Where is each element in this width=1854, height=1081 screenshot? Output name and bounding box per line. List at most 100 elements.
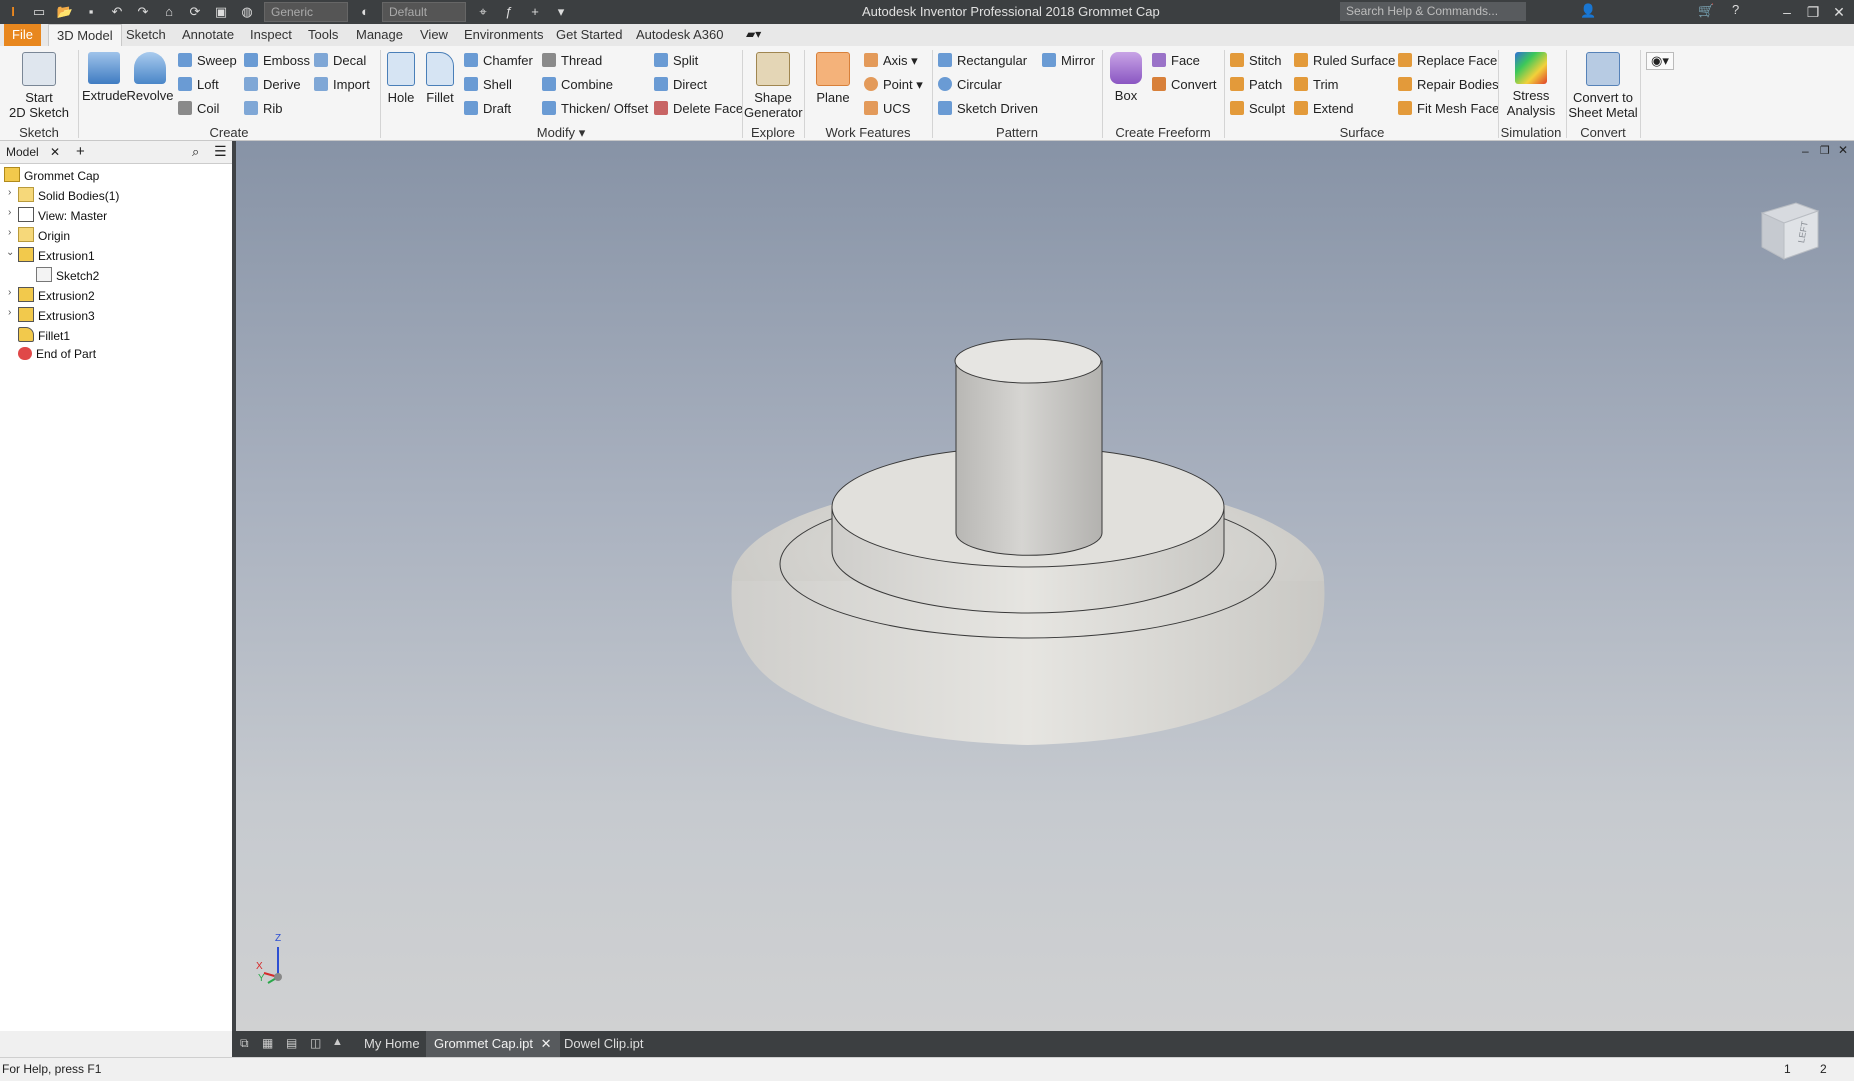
measure-icon[interactable]: ⌖	[474, 4, 492, 20]
decal-button[interactable]: Decal	[314, 53, 366, 68]
ucs-button[interactable]: UCS	[864, 101, 910, 116]
face-button[interactable]: Face	[1152, 53, 1200, 68]
expand-icon[interactable]: ›	[8, 287, 11, 298]
split-button[interactable]: Split	[654, 53, 698, 68]
tab-annotate[interactable]: Annotate	[174, 24, 242, 46]
tab-environments[interactable]: Environments	[456, 24, 551, 46]
viewcube[interactable]: LEFT	[1756, 197, 1822, 263]
cascade-icon[interactable]: ⧉	[240, 1036, 249, 1051]
add-tab-icon[interactable]: +	[76, 143, 85, 160]
select-icon[interactable]: ▣	[212, 4, 230, 20]
sculpt-button[interactable]: Sculpt	[1230, 101, 1285, 116]
stitch-button[interactable]: Stitch	[1230, 53, 1282, 68]
tab-tools[interactable]: Tools	[300, 24, 346, 46]
search-input[interactable]: Search Help & Commands...	[1340, 2, 1526, 21]
tile-vertical-icon[interactable]: ◫	[310, 1036, 321, 1050]
search-icon[interactable]: ⌕	[192, 144, 199, 160]
revolve-button[interactable]: Revolve	[126, 52, 174, 103]
replace-face-button[interactable]: Replace Face	[1398, 53, 1497, 68]
repair-bodies-button[interactable]: Repair Bodies	[1398, 77, 1499, 92]
coil-button[interactable]: Coil	[178, 101, 219, 116]
shape-generator-button[interactable]: Shape Generator	[744, 52, 803, 120]
thread-button[interactable]: Thread	[542, 53, 602, 68]
function-icon[interactable]: ƒ	[500, 4, 518, 20]
tab-get-started[interactable]: Get Started	[548, 24, 630, 46]
open-icon[interactable]: 📂	[56, 4, 74, 20]
doc-tab-grommet-cap[interactable]: Grommet Cap.ipt ✕	[426, 1031, 560, 1057]
draft-button[interactable]: Draft	[464, 101, 511, 116]
redo-icon[interactable]: ↷	[134, 4, 152, 20]
help-icon[interactable]: ?	[1732, 2, 1739, 17]
group-modify[interactable]: Modify ▾	[382, 125, 740, 140]
new-icon[interactable]: ▭	[30, 4, 48, 20]
tree-item-grommet-cap[interactable]: Grommet Cap	[4, 167, 99, 183]
app-menu-icon[interactable]: I	[4, 4, 22, 20]
close-icon[interactable]: ✕	[541, 1036, 552, 1051]
tree-item-sketch2[interactable]: Sketch2	[36, 267, 99, 283]
derive-button[interactable]: Derive	[244, 77, 301, 92]
doc-tab-my-home[interactable]: My Home	[356, 1031, 428, 1057]
expand-icon[interactable]: ›	[8, 207, 11, 218]
customize-icon[interactable]: ▾	[552, 4, 570, 20]
camera-icon[interactable]: ▰▾	[746, 27, 761, 41]
tree-item-end-of-part[interactable]: End of Part	[18, 347, 96, 361]
circular-pattern-button[interactable]: Circular	[938, 77, 1002, 92]
update-icon[interactable]: ⟳	[186, 4, 204, 20]
save-icon[interactable]: ▪	[82, 4, 100, 20]
sweep-button[interactable]: Sweep	[178, 53, 237, 68]
convert-button[interactable]: Convert	[1152, 77, 1217, 92]
emboss-button[interactable]: Emboss	[244, 53, 310, 68]
tab-3d-model[interactable]: 3D Model	[48, 24, 122, 47]
axis-button[interactable]: Axis ▾	[864, 53, 918, 69]
graphics-viewport[interactable]: – ❐ ✕ LEFT Z X Y	[236, 141, 1854, 1031]
material-combo[interactable]: Generic	[264, 2, 348, 22]
ribbon-options-icon[interactable]: ◉▾	[1646, 52, 1674, 70]
tab-autodesk-a360[interactable]: Autodesk A360	[628, 24, 731, 46]
chamfer-button[interactable]: Chamfer	[464, 53, 533, 68]
home-icon[interactable]: ⌂	[160, 4, 178, 20]
tile-horizontal-icon[interactable]: ▤	[286, 1036, 297, 1050]
tab-view[interactable]: View	[412, 24, 456, 46]
collapse-icon[interactable]: ⌄	[6, 247, 14, 258]
sketch-driven-pattern-button[interactable]: Sketch Driven	[938, 101, 1038, 116]
close-icon[interactable]: ✕	[50, 145, 60, 159]
tree-item-extrusion3[interactable]: Extrusion3	[18, 307, 95, 323]
add-icon[interactable]: +	[526, 4, 544, 20]
tree-item-fillet1[interactable]: Fillet1	[18, 327, 70, 343]
appearance-combo[interactable]: Default	[382, 2, 466, 22]
close-button[interactable]: ✕	[1826, 2, 1852, 22]
doc-tab-dowel-clip[interactable]: Dowel Clip.ipt	[556, 1031, 651, 1057]
loft-button[interactable]: Loft	[178, 77, 219, 92]
arrange-icon[interactable]: ▲	[332, 1036, 343, 1048]
combine-button[interactable]: Combine	[542, 77, 613, 92]
fillet-button[interactable]: Fillet	[422, 52, 458, 105]
hole-button[interactable]: Hole	[384, 52, 418, 105]
minimize-button[interactable]: –	[1774, 2, 1800, 22]
extrude-button[interactable]: Extrude	[82, 52, 127, 103]
direct-button[interactable]: Direct	[654, 77, 707, 92]
tab-inspect[interactable]: Inspect	[242, 24, 300, 46]
convert-sheet-metal-button[interactable]: Convert to Sheet Metal	[1568, 52, 1638, 120]
fit-mesh-face-button[interactable]: Fit Mesh Face	[1398, 101, 1499, 116]
menu-icon[interactable]: ☰	[214, 143, 227, 160]
delete-face-button[interactable]: Delete Face	[654, 101, 743, 116]
extend-button[interactable]: Extend	[1294, 101, 1353, 116]
expand-icon[interactable]: ›	[8, 187, 11, 198]
expand-icon[interactable]: ›	[8, 307, 11, 318]
thicken-offset-button[interactable]: Thicken/ Offset	[542, 101, 648, 116]
browser-tab-model[interactable]: Model ✕	[6, 145, 60, 159]
box-button[interactable]: Box	[1106, 52, 1146, 103]
stress-analysis-button[interactable]: Stress Analysis	[1500, 52, 1562, 118]
tree-item-view-master[interactable]: View: Master	[18, 207, 107, 223]
import-button[interactable]: Import	[314, 77, 370, 92]
point-button[interactable]: Point ▾	[864, 77, 923, 93]
grommet-cap-model[interactable]	[236, 141, 1854, 1031]
shell-button[interactable]: Shell	[464, 77, 512, 92]
tile-icon[interactable]: ▦	[262, 1036, 273, 1050]
trim-button[interactable]: Trim	[1294, 77, 1339, 92]
mirror-button[interactable]: Mirror	[1042, 53, 1095, 68]
cart-icon[interactable]: 🛒	[1698, 3, 1714, 19]
tree-item-extrusion1[interactable]: Extrusion1	[18, 247, 95, 263]
ruled-surface-button[interactable]: Ruled Surface	[1294, 53, 1395, 68]
tab-manage[interactable]: Manage	[348, 24, 411, 46]
